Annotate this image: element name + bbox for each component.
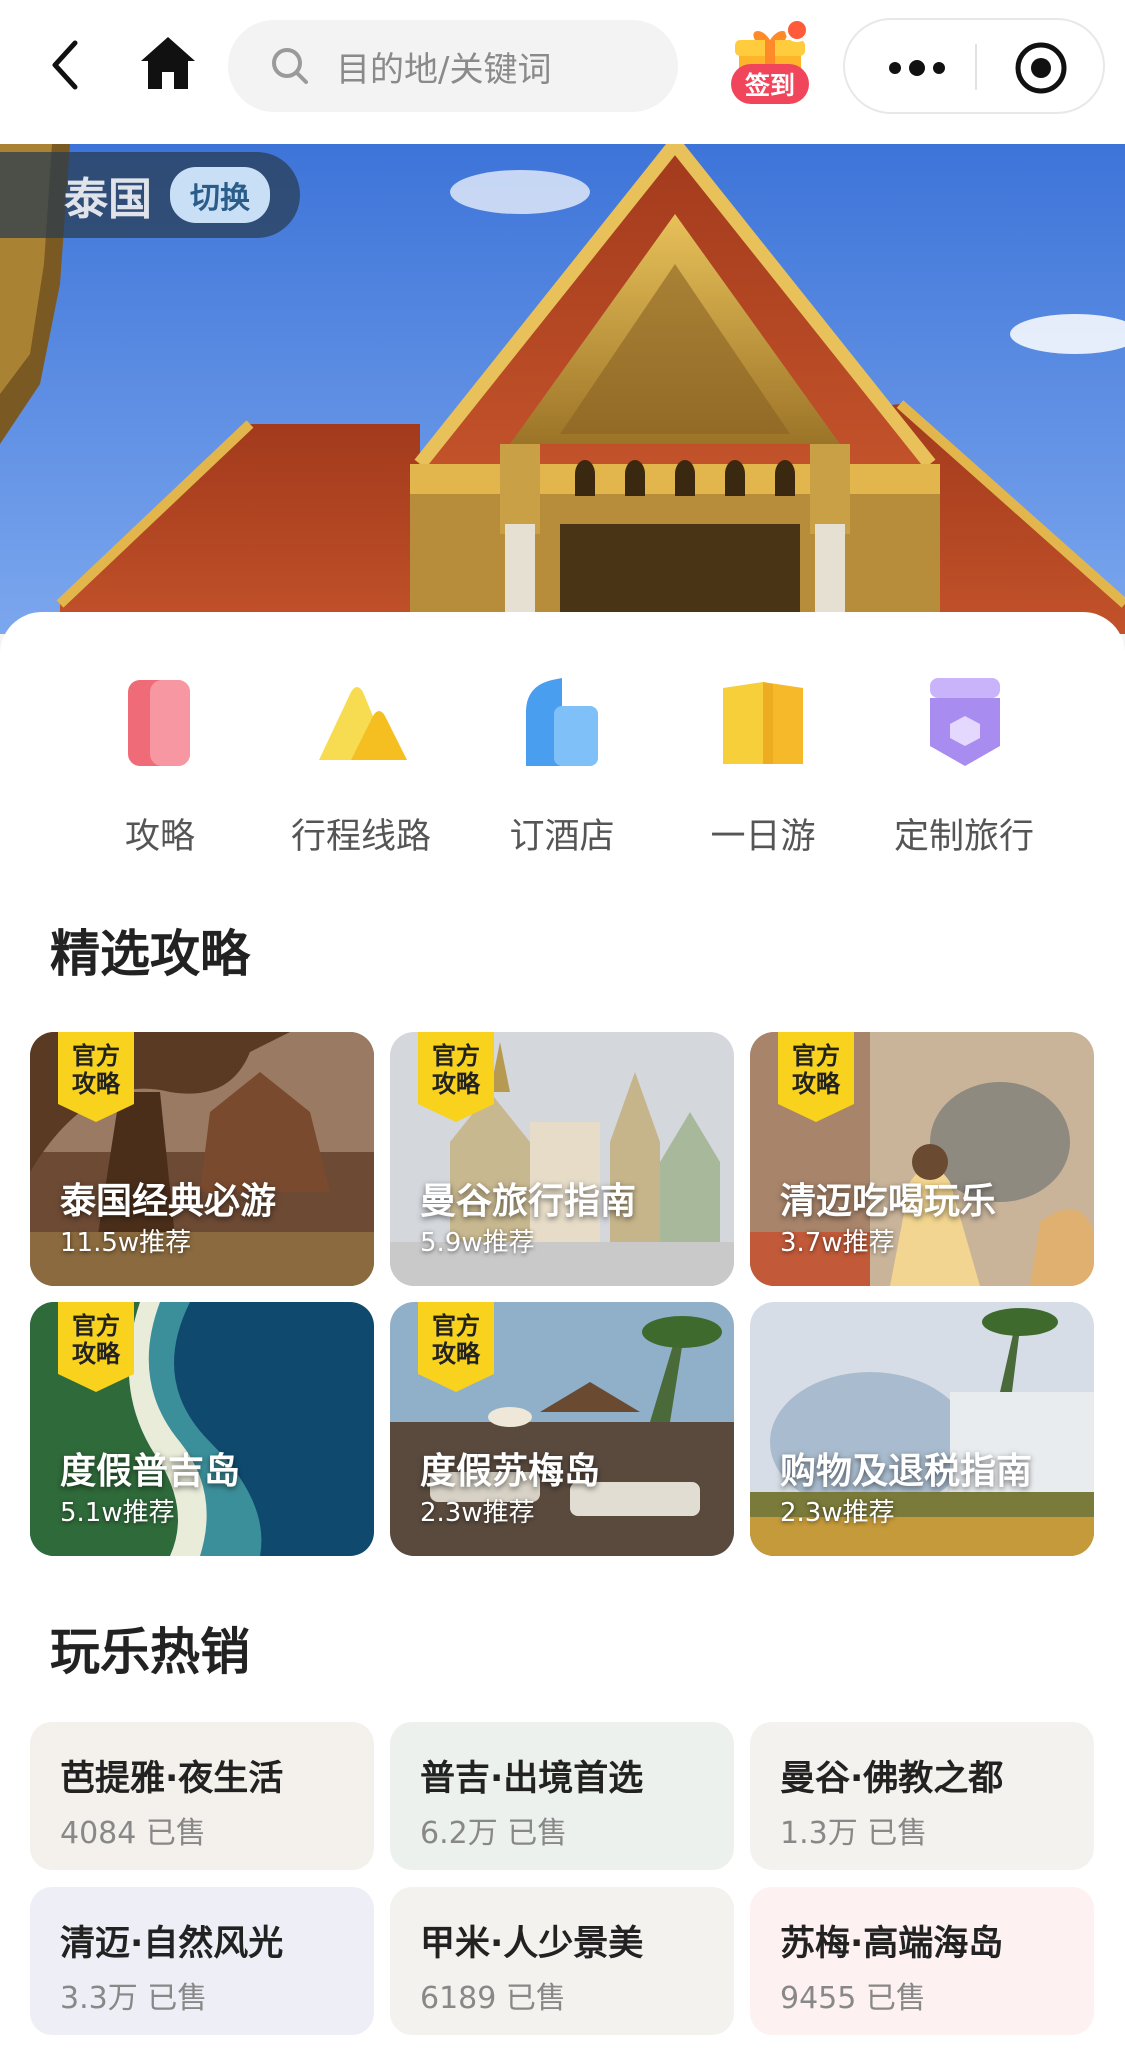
search-placeholder: 目的地/关键词	[336, 49, 552, 90]
hero-banner: 泰国 切换	[0, 144, 1125, 634]
quick-nav: 攻略 行程线路 订酒店 一日游 定制旅行	[0, 672, 1125, 862]
play-card[interactable]: 苏梅·高端海岛 9455 已售	[750, 1887, 1094, 2035]
svg-text:官方: 官方	[72, 1312, 120, 1340]
play-sold-count: 9455 已售	[780, 1981, 926, 2016]
svg-text:官方: 官方	[792, 1042, 840, 1070]
official-guide-badge: 官方 攻略	[418, 1302, 494, 1392]
main-content: 攻略 行程线路 订酒店 一日游 定制旅行 精选攻略 官方 攻略 泰国经典必游 1…	[0, 612, 1125, 2052]
play-sold-count: 1.3万 已售	[780, 1816, 928, 1851]
play-card[interactable]: 曼谷·佛教之都 1.3万 已售	[750, 1722, 1094, 1870]
quick-nav-guide[interactable]: 攻略	[60, 672, 260, 862]
quick-nav-custom[interactable]: 定制旅行	[864, 672, 1064, 862]
guide-title: 度假苏梅岛	[420, 1451, 601, 1492]
svg-text:攻略: 攻略	[432, 1070, 481, 1098]
svg-text:官方: 官方	[72, 1042, 120, 1070]
quick-nav-label: 一日游	[710, 817, 816, 857]
play-title: 芭提雅·夜生活	[60, 1759, 284, 1799]
svg-text:官方: 官方	[432, 1312, 480, 1340]
guide-recommend-count: 5.1w推荐	[60, 1498, 175, 1528]
play-card[interactable]: 甲米·人少景美 6189 已售	[390, 1887, 734, 2035]
quick-nav-label: 攻略	[124, 817, 195, 857]
quick-nav-label: 定制旅行	[893, 817, 1034, 857]
guide-card[interactable]: 官方 攻略 曼谷旅行指南 5.9w推荐	[390, 1032, 734, 1286]
custom-travel-icon	[914, 672, 1014, 772]
quick-nav-label: 订酒店	[509, 817, 615, 857]
guide-card[interactable]: 官方 攻略 泰国经典必游 11.5w推荐	[30, 1032, 374, 1286]
guide-title: 泰国经典必游	[60, 1181, 277, 1222]
svg-text:攻略: 攻略	[792, 1070, 841, 1098]
section-title-guides: 精选攻略	[50, 925, 250, 983]
play-title: 清迈·自然风光	[60, 1924, 284, 1964]
home-button[interactable]	[133, 28, 203, 98]
play-sold-count: 6.2万 已售	[420, 1816, 568, 1851]
play-title: 普吉·出境首选	[420, 1759, 644, 1799]
guide-recommend-count: 2.3w推荐	[780, 1498, 895, 1528]
svg-text:攻略: 攻略	[72, 1340, 121, 1368]
country-selector[interactable]: 泰国 切换	[0, 152, 300, 238]
official-guide-badge: 官方 攻略	[58, 1032, 134, 1122]
close-miniprogram-button[interactable]	[1013, 40, 1069, 96]
guide-title: 度假普吉岛	[60, 1451, 241, 1492]
guide-card[interactable]: 官方 攻略 清迈吃喝玩乐 3.7w推荐	[750, 1032, 1094, 1286]
play-title: 甲米·人少景美	[420, 1924, 644, 1964]
signin-button[interactable]: 签到	[725, 18, 817, 110]
guide-card[interactable]: 购物及退税指南 2.3w推荐	[750, 1302, 1094, 1556]
target-close-icon	[1015, 42, 1067, 94]
home-icon	[141, 37, 195, 89]
quick-nav-routes[interactable]: 行程线路	[261, 672, 461, 862]
quick-nav-daytrip[interactable]: 一日游	[663, 672, 863, 862]
official-guide-badge: 官方 攻略	[58, 1302, 134, 1392]
play-card[interactable]: 清迈·自然风光 3.3万 已售	[30, 1887, 374, 2035]
quick-nav-hotel[interactable]: 订酒店	[462, 672, 662, 862]
play-sold-count: 6189 已售	[420, 1981, 566, 2016]
play-title: 苏梅·高端海岛	[780, 1924, 1004, 1964]
svg-text:攻略: 攻略	[72, 1070, 121, 1098]
country-name: 泰国	[64, 174, 152, 225]
back-button[interactable]	[40, 30, 90, 100]
miniprogram-capsule	[843, 18, 1105, 114]
section-title-play: 玩乐热销	[50, 1623, 250, 1681]
official-guide-badge: 官方 攻略	[418, 1032, 494, 1122]
play-sold-count: 4084 已售	[60, 1816, 206, 1851]
svg-text:官方: 官方	[432, 1042, 480, 1070]
guide-title: 清迈吃喝玩乐	[780, 1181, 997, 1222]
more-options-button[interactable]	[885, 48, 949, 88]
chevron-left-icon	[52, 40, 78, 90]
svg-text:攻略: 攻略	[432, 1340, 481, 1368]
guide-recommend-count: 11.5w推荐	[60, 1228, 192, 1258]
search-icon	[268, 44, 312, 88]
guide-card[interactable]: 官方 攻略 度假普吉岛 5.1w推荐	[30, 1302, 374, 1556]
notification-dot	[785, 18, 809, 42]
play-card[interactable]: 芭提雅·夜生活 4084 已售	[30, 1722, 374, 1870]
more-dots-icon	[889, 60, 945, 76]
search-input[interactable]: 目的地/关键词	[228, 20, 678, 112]
day-trip-map-icon	[713, 672, 813, 772]
switch-country-button[interactable]: 切换	[170, 167, 270, 223]
play-card[interactable]: 普吉·出境首选 6.2万 已售	[390, 1722, 734, 1870]
guide-book-icon	[110, 672, 210, 772]
signin-label: 签到	[731, 64, 809, 104]
guide-title: 购物及退税指南	[780, 1451, 1033, 1492]
guide-recommend-count: 5.9w推荐	[420, 1228, 535, 1258]
route-mountain-icon	[311, 672, 411, 772]
guide-recommend-count: 2.3w推荐	[420, 1498, 535, 1528]
play-title: 曼谷·佛教之都	[780, 1759, 1004, 1799]
capsule-divider	[975, 44, 977, 90]
official-guide-badge: 官方 攻略	[778, 1032, 854, 1122]
top-nav-bar: 目的地/关键词 签到	[0, 0, 1125, 144]
hotel-building-icon	[512, 672, 612, 772]
guide-card[interactable]: 官方 攻略 度假苏梅岛 2.3w推荐	[390, 1302, 734, 1556]
guide-title: 曼谷旅行指南	[420, 1181, 637, 1222]
quick-nav-label: 行程线路	[290, 817, 431, 857]
guide-recommend-count: 3.7w推荐	[780, 1228, 895, 1258]
play-sold-count: 3.3万 已售	[60, 1981, 208, 2016]
